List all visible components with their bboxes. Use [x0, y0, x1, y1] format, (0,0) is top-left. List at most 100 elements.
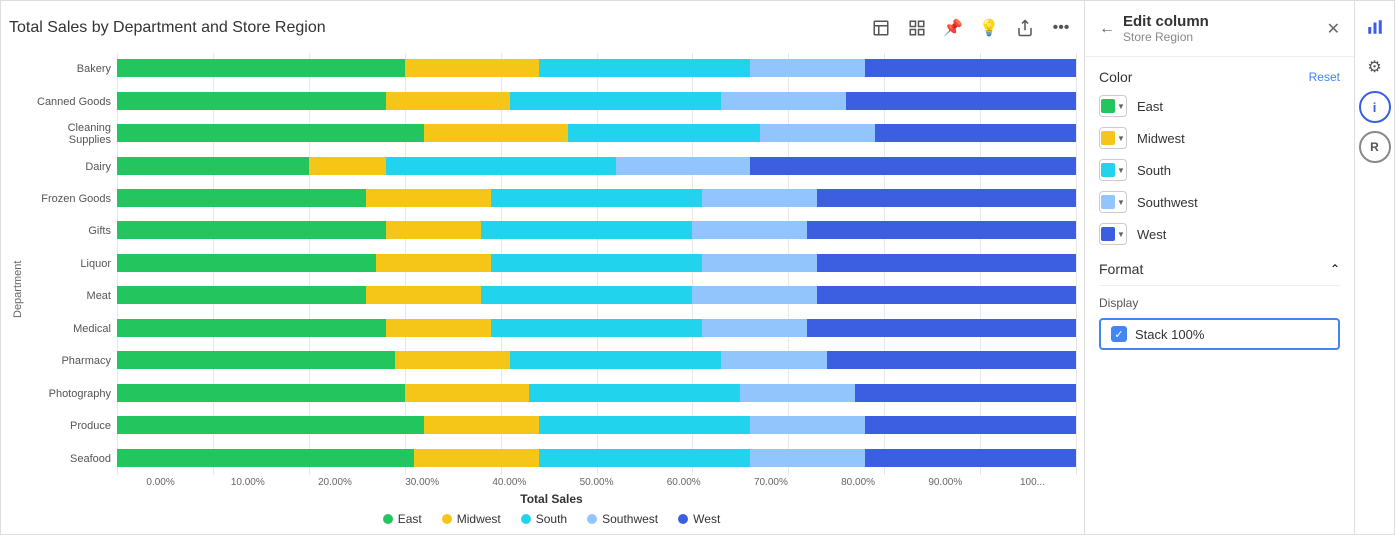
- table-icon[interactable]: [866, 13, 896, 43]
- pin-icon[interactable]: 📌: [938, 13, 968, 43]
- bar-segment-east: [117, 124, 424, 142]
- panel-back-button[interactable]: ←: [1099, 20, 1115, 38]
- y-label: Dairy: [27, 156, 111, 178]
- bar-segment-east: [117, 319, 386, 337]
- color-dot-south: [1101, 163, 1115, 177]
- bar-row: [117, 384, 1076, 402]
- bar-segment-west: [817, 286, 1076, 304]
- x-label: 70.00%: [727, 477, 814, 488]
- chart-area: Department BakeryCanned GoodsCleaning Su…: [9, 53, 1076, 526]
- r-icon[interactable]: R: [1359, 131, 1391, 163]
- bar-segment-west: [817, 189, 1076, 207]
- bar-segment-west: [855, 384, 1076, 402]
- bar-segment-east: [117, 351, 395, 369]
- info-icon[interactable]: i: [1359, 91, 1391, 123]
- bar-segment-south: [539, 449, 750, 467]
- bar-row: [117, 59, 1076, 77]
- color-swatch-midwest[interactable]: ▼: [1099, 127, 1127, 149]
- y-label: Gifts: [27, 220, 111, 242]
- bar-segment-west: [807, 221, 1076, 239]
- bar-row: [117, 189, 1076, 207]
- bar-segment-west: [827, 351, 1076, 369]
- bar-chart-icon[interactable]: [1359, 11, 1391, 43]
- color-section-title: Color: [1099, 69, 1132, 85]
- x-label: 20.00%: [291, 477, 378, 488]
- gridline: [1076, 53, 1077, 475]
- color-swatch-south[interactable]: ▼: [1099, 159, 1127, 181]
- y-label: Pharmacy: [27, 350, 111, 372]
- panel-close-button[interactable]: ✕: [1327, 19, 1340, 39]
- bar-segment-east: [117, 254, 376, 272]
- y-label: Liquor: [27, 253, 111, 275]
- color-swatch-east[interactable]: ▼: [1099, 95, 1127, 117]
- bar-segment-midwest: [405, 59, 539, 77]
- legend-label-east: East: [398, 512, 422, 526]
- share-icon[interactable]: [1010, 13, 1040, 43]
- color-dot-west: [1101, 227, 1115, 241]
- legend-label-midwest: Midwest: [457, 512, 501, 526]
- format-section: Format ⌃ Display ✓ Stack 100%: [1099, 261, 1340, 350]
- settings-icon[interactable]: ⚙: [1359, 51, 1391, 83]
- bar-row: [117, 286, 1076, 304]
- display-label: Display: [1099, 296, 1340, 310]
- legend-item-midwest: Midwest: [442, 512, 501, 526]
- bar-row: [117, 124, 1076, 142]
- bar-segment-west: [817, 254, 1076, 272]
- legend-dot-south: [521, 514, 531, 524]
- format-body: Display ✓ Stack 100%: [1099, 296, 1340, 350]
- bar-segment-midwest: [414, 449, 539, 467]
- color-reset-button[interactable]: Reset: [1309, 70, 1340, 84]
- bar-segment-midwest: [309, 157, 386, 175]
- x-label: 30.00%: [379, 477, 466, 488]
- chart-panel: Total Sales by Department and Store Regi…: [1, 1, 1084, 534]
- checkbox-checked-icon: ✓: [1111, 326, 1127, 342]
- color-chevron-east: ▼: [1117, 102, 1125, 111]
- chart-legend: EastMidwestSouthSouthwestWest: [27, 512, 1076, 526]
- y-axis-label: Department: [9, 53, 27, 526]
- legend-item-south: South: [521, 512, 567, 526]
- bar-segment-southwest: [702, 189, 817, 207]
- bars-container: [117, 53, 1076, 475]
- stack-100-checkbox[interactable]: ✓ Stack 100%: [1099, 318, 1340, 350]
- bar-row: [117, 449, 1076, 467]
- grid-icon[interactable]: [902, 13, 932, 43]
- y-label: Cleaning Supplies: [27, 123, 111, 145]
- color-label-west: West: [1137, 227, 1166, 242]
- y-labels: BakeryCanned GoodsCleaning SuppliesDairy…: [27, 53, 117, 475]
- y-label: Bakery: [27, 58, 111, 80]
- legend-label-south: South: [536, 512, 567, 526]
- chart-toolbar: Total Sales by Department and Store Regi…: [9, 13, 1076, 43]
- legend-dot-southwest: [587, 514, 597, 524]
- format-section-header[interactable]: Format ⌃: [1099, 261, 1340, 286]
- bar-segment-midwest: [386, 221, 482, 239]
- bar-segment-midwest: [386, 92, 511, 110]
- bar-row: [117, 221, 1076, 239]
- legend-label-southwest: Southwest: [602, 512, 658, 526]
- bar-segment-midwest: [424, 124, 568, 142]
- bar-segment-midwest: [366, 189, 491, 207]
- bar-segment-south: [386, 157, 616, 175]
- bar-segment-south: [491, 319, 702, 337]
- more-icon[interactable]: •••: [1046, 13, 1076, 43]
- bar-segment-east: [117, 157, 309, 175]
- legend-item-southwest: Southwest: [587, 512, 658, 526]
- bar-row: [117, 319, 1076, 337]
- bar-segment-southwest: [702, 319, 807, 337]
- right-panel: ← Edit column Store Region ✕ Color Reset…: [1084, 1, 1354, 534]
- color-swatch-southwest[interactable]: ▼: [1099, 191, 1127, 213]
- bulb-icon[interactable]: 💡: [974, 13, 1004, 43]
- color-swatch-west[interactable]: ▼: [1099, 223, 1127, 245]
- bar-segment-southwest: [750, 449, 865, 467]
- color-label-midwest: Midwest: [1137, 131, 1185, 146]
- bar-segment-south: [481, 286, 692, 304]
- bar-segment-south: [529, 384, 740, 402]
- panel-subtitle: Store Region: [1123, 30, 1319, 44]
- bar-segment-west: [865, 449, 1076, 467]
- bar-row: [117, 157, 1076, 175]
- color-item-midwest: ▼ Midwest: [1099, 127, 1340, 149]
- bar-segment-east: [117, 384, 405, 402]
- bar-segment-west: [865, 416, 1076, 434]
- bar-segment-midwest: [386, 319, 491, 337]
- bar-segment-south: [568, 124, 760, 142]
- bar-segment-east: [117, 92, 386, 110]
